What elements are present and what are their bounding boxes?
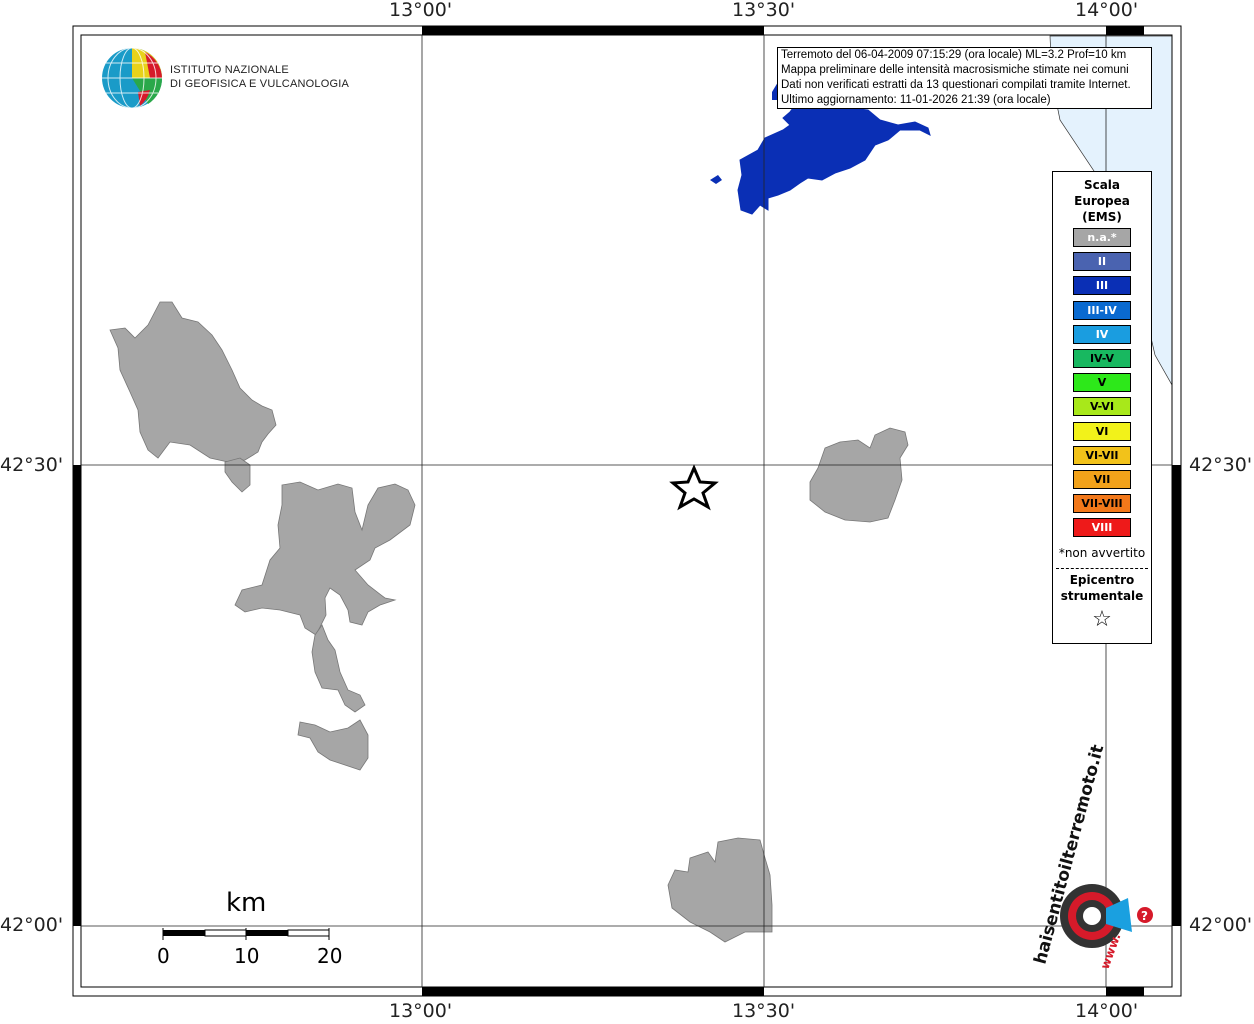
- legend-title-line-1: Scala: [1083, 178, 1121, 192]
- event-info-line-4: Ultimo aggiornamento: 11-01-2026 21:39 (…: [781, 94, 1051, 106]
- frame-outer: [72, 25, 1182, 997]
- legend-star-icon: ☆: [1092, 607, 1112, 632]
- area-na-3: [234, 481, 416, 636]
- legend-title-line-2: Europea: [1074, 194, 1130, 208]
- legend-swatch-12: VIII: [1073, 518, 1131, 538]
- legend-swatch-3: III-IV: [1073, 300, 1131, 320]
- right-label-4230: 42°30': [1189, 454, 1253, 476]
- area-na-1: [109, 301, 277, 463]
- frame-bar-right: [1172, 465, 1181, 926]
- legend-swatch-1: II: [1073, 252, 1131, 272]
- legend-title: Scala Europea (EMS): [1053, 177, 1151, 225]
- legend-title-line-3: (EMS): [1082, 210, 1122, 224]
- hsi-question: ?: [1141, 909, 1148, 923]
- top-label-1300: 13°00': [389, 0, 453, 21]
- area-na-2: [224, 457, 251, 493]
- bottom-label-1400: 14°00': [1075, 1000, 1139, 1022]
- legend-swatch-10: VII: [1073, 470, 1131, 489]
- legend-swatch-9: VI-VII: [1073, 445, 1131, 465]
- legend-epicentre-label: Epicentro strumentale: [1053, 572, 1151, 604]
- event-info-line-2: Mappa preliminare delle intensità macros…: [781, 64, 1129, 76]
- ingv-name-line1: ISTITUTO NAZIONALE: [170, 64, 289, 76]
- right-label-4200: 42°00': [1189, 914, 1253, 936]
- epicentre-star-icon: [669, 464, 719, 511]
- frame-bar-left: [73, 465, 81, 926]
- scale-tick-0: 0: [157, 944, 170, 968]
- event-info-line-3: Dati non verificati estratti da 13 quest…: [781, 79, 1131, 91]
- event-info-box: Terremoto del 06-04-2009 07:15:29 (ora l…: [777, 47, 1152, 109]
- bottom-label-1330: 13°30': [732, 1000, 796, 1022]
- legend-swatch-8: VI: [1073, 421, 1131, 441]
- intensity-iii-small: [710, 175, 722, 184]
- legend-swatch-6: V: [1073, 373, 1131, 393]
- legend-epicentre-line-1: Epicentro: [1069, 573, 1135, 587]
- frame-bar-top-1: [422, 26, 764, 35]
- top-label-1330: 13°30': [732, 0, 796, 21]
- ingv-name-line2: DI GEOFISICA E VULCANOLOGIA: [170, 78, 349, 90]
- area-na-6: [809, 427, 909, 523]
- top-label-1400: 14°00': [1075, 0, 1139, 21]
- bottom-label-1300: 13°00': [389, 1000, 453, 1022]
- frame-inner: [80, 34, 1173, 988]
- legend-swatch-0: n.a.*: [1073, 228, 1131, 247]
- intensity-legend: Scala Europea (EMS) n.a.* II III III-IV IV IV…: [1052, 171, 1152, 644]
- scale-tick-20: 20: [317, 944, 343, 968]
- left-label-4200: 42°00': [0, 914, 64, 936]
- legend-divider: [1056, 568, 1148, 569]
- legend-na-note: *non avvertito: [1058, 546, 1146, 560]
- left-label-4230: 42°30': [0, 454, 64, 476]
- legend-swatch-4: IV: [1073, 324, 1131, 344]
- area-na-5: [297, 719, 369, 771]
- event-info-line-1: Terremoto del 06-04-2009 07:15:29 (ora l…: [781, 49, 1127, 61]
- hsi-target-icon: [1060, 884, 1153, 948]
- scale-tick-10: 10: [234, 944, 260, 968]
- legend-epicentre-line-2: strumentale: [1060, 589, 1144, 603]
- area-na-4: [311, 624, 366, 713]
- legend-swatch-5: IV-V: [1073, 349, 1131, 368]
- frame-bar-top-2: [1106, 26, 1144, 35]
- frame-bar-bottom-1: [422, 987, 764, 996]
- area-na-7: [667, 837, 773, 943]
- legend-swatch-7: V-VI: [1073, 397, 1131, 417]
- legend-swatch-11: VII-VIII: [1073, 494, 1131, 514]
- scale-bar: [162, 928, 330, 940]
- frame-bar-bottom-2: [1106, 987, 1144, 996]
- legend-swatch-2: III: [1073, 276, 1131, 296]
- scale-unit: km: [226, 888, 267, 918]
- ingv-globe-icon: [102, 47, 163, 109]
